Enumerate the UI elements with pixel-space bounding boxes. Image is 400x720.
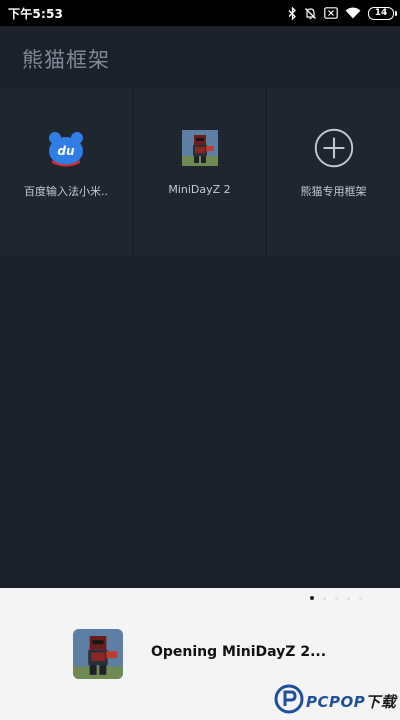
wifi-icon bbox=[345, 7, 361, 19]
watermark-text: PCPOP下载 bbox=[306, 692, 397, 711]
page-dot bbox=[323, 596, 326, 600]
pcpop-watermark: PCPOP下载 bbox=[274, 684, 396, 718]
app-label: 熊猫专用框架 bbox=[300, 185, 367, 198]
svg-text:du: du bbox=[57, 144, 75, 158]
app-label: MiniDayZ 2 bbox=[168, 183, 231, 196]
battery-icon: 14 bbox=[368, 6, 397, 20]
page-dot bbox=[347, 596, 350, 600]
status-time: 下午5:53 bbox=[8, 6, 64, 21]
minidayz-icon bbox=[180, 128, 220, 168]
bluetooth-icon bbox=[288, 6, 297, 20]
page-dot-active bbox=[310, 596, 314, 600]
app-tile-baidu-ime[interactable]: du 百度输入法小米.. bbox=[0, 88, 134, 256]
page-dot bbox=[335, 596, 338, 600]
pcpop-logo bbox=[274, 684, 304, 718]
app-title: 熊猫框架 bbox=[22, 48, 110, 72]
page-dot bbox=[359, 596, 362, 600]
status-icons: 14 bbox=[288, 6, 397, 20]
toast-message: Opening MiniDayZ 2... bbox=[151, 644, 327, 660]
app-label: 百度输入法小米.. bbox=[24, 185, 108, 198]
sim-blocked-icon bbox=[324, 7, 338, 19]
baidu-ime-icon: du bbox=[46, 128, 86, 168]
app-tile-add[interactable]: 熊猫专用框架 bbox=[267, 88, 400, 256]
add-circle-icon bbox=[314, 128, 354, 168]
mute-icon bbox=[304, 7, 317, 20]
minidayz-icon bbox=[73, 629, 123, 679]
app-grid: du 百度输入法小米.. MiniDayZ 2 熊猫专用框架 bbox=[0, 88, 400, 256]
status-bar: 下午5:53 14 bbox=[0, 0, 400, 26]
page-indicator bbox=[310, 596, 362, 600]
app-tile-minidayz[interactable]: MiniDayZ 2 bbox=[134, 88, 267, 256]
